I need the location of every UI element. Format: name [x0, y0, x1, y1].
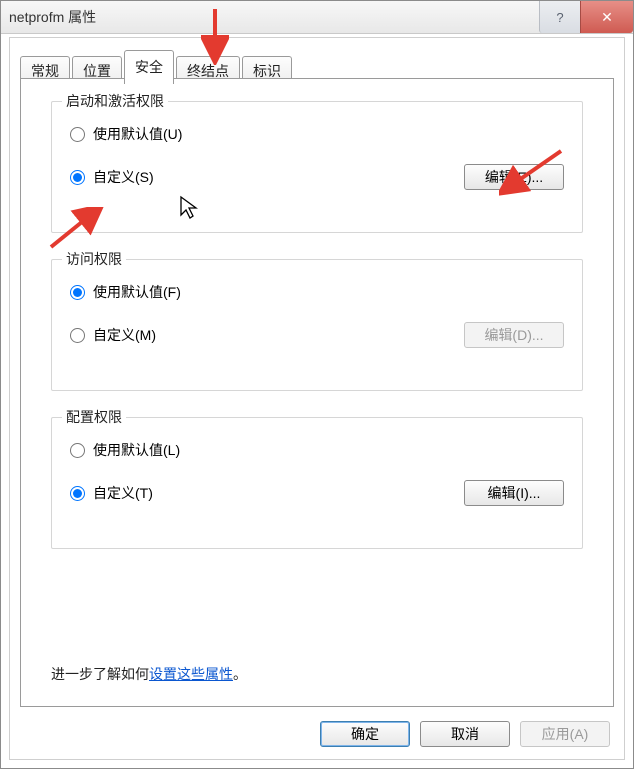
radio-input[interactable] [70, 285, 85, 300]
help-link-line: 进一步了解如何设置这些属性。 [51, 664, 247, 684]
row-custom: 自定义(S) 编辑(E)... [70, 164, 564, 190]
radio-access-default[interactable]: 使用默认值(F) [70, 282, 181, 302]
edit-access-button: 编辑(D)... [464, 322, 564, 348]
help-link[interactable]: 设置这些属性 [149, 666, 233, 682]
dialog-window: netprofm 属性 ? ✕ 常规 位置 安全 终结点 标识 启动和激活权限 … [0, 0, 634, 769]
group-legend: 访问权限 [62, 249, 126, 269]
edit-config-button[interactable]: 编辑(I)... [464, 480, 564, 506]
edit-launch-button[interactable]: 编辑(E)... [464, 164, 564, 190]
titlebar: netprofm 属性 ? ✕ [1, 1, 633, 34]
radio-label: 自定义(S) [93, 167, 154, 187]
radio-config-custom[interactable]: 自定义(T) [70, 483, 153, 503]
group-access: 访问权限 使用默认值(F) 自定义(M) 编辑(D)... [51, 259, 583, 391]
help-button[interactable]: ? [539, 1, 580, 33]
ok-button[interactable]: 确定 [320, 721, 410, 747]
titlebar-buttons: ? ✕ [539, 1, 633, 33]
radio-label: 使用默认值(F) [93, 282, 181, 302]
row-default: 使用默认值(F) [70, 282, 564, 302]
row-custom: 自定义(T) 编辑(I)... [70, 480, 564, 506]
radio-label: 自定义(T) [93, 483, 153, 503]
radio-input[interactable] [70, 328, 85, 343]
group-launch-activation: 启动和激活权限 使用默认值(U) 自定义(S) 编辑(E)... [51, 101, 583, 233]
dialog-buttons: 确定 取消 应用(A) [320, 721, 610, 747]
row-default: 使用默认值(L) [70, 440, 564, 460]
window-title: netprofm 属性 [1, 7, 96, 27]
radio-input[interactable] [70, 170, 85, 185]
radio-label: 自定义(M) [93, 325, 156, 345]
row-default: 使用默认值(U) [70, 124, 564, 144]
radio-launch-custom[interactable]: 自定义(S) [70, 167, 154, 187]
row-custom: 自定义(M) 编辑(D)... [70, 322, 564, 348]
radio-input[interactable] [70, 486, 85, 501]
help-prefix: 进一步了解如何 [51, 666, 149, 682]
group-legend: 配置权限 [62, 407, 126, 427]
client-area: 常规 位置 安全 终结点 标识 启动和激活权限 使用默认值(U) [9, 37, 625, 760]
cancel-button[interactable]: 取消 [420, 721, 510, 747]
close-button[interactable]: ✕ [580, 1, 633, 33]
group-config: 配置权限 使用默认值(L) 自定义(T) 编辑(I)... [51, 417, 583, 549]
help-suffix: 。 [233, 666, 247, 682]
tab-pane-security: 启动和激活权限 使用默认值(U) 自定义(S) 编辑(E)... [20, 78, 614, 707]
radio-label: 使用默认值(U) [93, 124, 182, 144]
radio-label: 使用默认值(L) [93, 440, 180, 460]
tab-security[interactable]: 安全 [124, 50, 174, 84]
radio-input[interactable] [70, 443, 85, 458]
radio-launch-default[interactable]: 使用默认值(U) [70, 124, 182, 144]
group-legend: 启动和激活权限 [62, 91, 168, 111]
apply-button: 应用(A) [520, 721, 610, 747]
radio-config-default[interactable]: 使用默认值(L) [70, 440, 180, 460]
radio-input[interactable] [70, 127, 85, 142]
radio-access-custom[interactable]: 自定义(M) [70, 325, 156, 345]
